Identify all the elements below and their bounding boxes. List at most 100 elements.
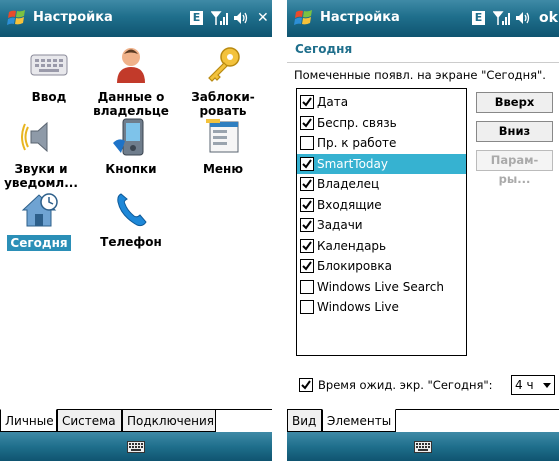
list-item-label: Календарь [317, 238, 387, 253]
timeout-checkbox[interactable] [299, 378, 313, 392]
soft-key-bar [287, 432, 559, 461]
status-icons: E ✕ [190, 9, 269, 27]
settings-item-owner[interactable]: Данные о владельце [86, 45, 176, 118]
tab-connections[interactable]: Подключения [122, 409, 216, 432]
list-description: Помеченные появл. на экране "Сегодня". [294, 68, 546, 82]
move-up-button[interactable]: Вверх [476, 92, 553, 113]
page-title: Сегодня [287, 37, 559, 63]
signal-icon[interactable] [493, 10, 511, 26]
timeout-value: 4 ч [515, 378, 534, 392]
title-bar: Настройка E ✕ [0, 0, 272, 37]
network-type-badge[interactable]: E [190, 11, 203, 25]
close-button[interactable]: ✕ [257, 10, 269, 26]
timeout-select[interactable]: 4 ч [511, 375, 555, 395]
timeout-label: Время ожид. экр. "Сегодня": [318, 378, 493, 392]
list-item[interactable]: Задачи [297, 215, 466, 235]
checkmark-icon [302, 179, 312, 189]
timeout-row: Время ожид. экр. "Сегодня": [296, 375, 493, 395]
list-item[interactable]: Windows Live Search [297, 277, 466, 297]
today-settings-screen: Настройка E ok Сегодня Помеченные появл.… [287, 0, 559, 461]
list-item[interactable]: Windows Live [297, 297, 466, 317]
chevron-down-icon [543, 383, 551, 388]
settings-item-lock[interactable]: Заблоки-ровать [178, 45, 268, 118]
options-button[interactable]: Парам-ры... [476, 150, 553, 186]
tab-bar: Вид Элементы [287, 409, 559, 432]
list-item[interactable]: Входящие [297, 195, 466, 215]
list-item-label: Блокировка [317, 259, 392, 273]
list-item-label: Задачи [317, 218, 363, 232]
tab-system[interactable]: Система [57, 409, 122, 432]
item-label: Данные о владельце [93, 90, 169, 118]
window-title: Настройка [33, 10, 113, 25]
list-item-label: Пр. к работе [317, 136, 397, 150]
list-item[interactable]: Дата [297, 92, 466, 112]
network-type-badge[interactable]: E [472, 11, 485, 25]
checkmark-icon [302, 97, 312, 107]
signal-icon[interactable] [211, 10, 229, 26]
settings-item-input[interactable]: Ввод [4, 45, 94, 104]
list-item-label: Windows Live Search [317, 279, 444, 294]
person-icon [117, 48, 145, 83]
settings-item-sounds[interactable]: Звуки и уведомл... [0, 117, 86, 190]
item-checkbox[interactable] [300, 177, 314, 191]
settings-item-phone[interactable]: Телефон [86, 190, 176, 249]
item-label: Сегодня [7, 235, 71, 251]
checkmark-icon [302, 240, 312, 251]
settings-item-today[interactable]: Сегодня [0, 190, 84, 251]
settings-screen-personal: Настройка E ✕ Ввод Данные о владельце За… [0, 0, 272, 461]
keyboard-icon[interactable] [414, 441, 432, 453]
tab-bar: Личные Система Подключения [0, 409, 272, 432]
settings-item-menu[interactable]: Меню [178, 117, 268, 176]
item-checkbox[interactable] [300, 218, 314, 232]
item-checkbox[interactable] [300, 238, 314, 253]
list-item[interactable]: Пр. к работе [297, 133, 466, 153]
windows-start-icon[interactable] [294, 8, 314, 28]
list-item-label: Дата [317, 95, 349, 109]
item-checkbox[interactable] [300, 279, 314, 294]
item-label: Меню [202, 162, 244, 176]
menu-window-icon [206, 119, 239, 153]
item-checkbox[interactable] [300, 300, 314, 314]
settings-item-buttons[interactable]: Кнопки [86, 117, 176, 176]
item-label: Звуки и уведомл... [4, 162, 78, 190]
item-checkbox[interactable] [300, 136, 314, 150]
volume-icon[interactable] [515, 10, 531, 26]
volume-icon[interactable] [233, 10, 249, 26]
list-item-label: Владелец [317, 177, 380, 191]
checkmark-icon [302, 117, 312, 128]
speaker-icon [21, 121, 48, 153]
list-item[interactable]: Календарь [297, 236, 466, 256]
ok-button[interactable]: ok [539, 10, 558, 26]
item-checkbox[interactable] [300, 197, 314, 212]
checkmark-icon [302, 158, 312, 169]
today-items-list[interactable]: Дата Беспр. связь Пр. к работе SmartToday Вл… [296, 88, 467, 356]
item-label: Телефон [100, 235, 162, 249]
phone-icon [117, 193, 147, 227]
item-checkbox[interactable] [300, 259, 314, 273]
item-checkbox[interactable] [300, 156, 314, 171]
list-item-label: Входящие [317, 197, 382, 212]
item-label: Заблоки-ровать [191, 90, 255, 118]
windows-start-icon[interactable] [7, 8, 27, 28]
checkmark-icon [301, 380, 311, 390]
tab-personal[interactable]: Личные [0, 409, 57, 432]
keyboard-icon[interactable] [127, 441, 145, 453]
tab-view[interactable]: Вид [287, 409, 322, 432]
list-item[interactable]: Беспр. связь [297, 113, 466, 133]
item-checkbox[interactable] [300, 95, 314, 109]
list-item[interactable]: SmartToday [297, 153, 466, 174]
list-item[interactable]: Владелец [297, 174, 466, 194]
soft-key-bar [0, 432, 272, 461]
item-checkbox[interactable] [300, 115, 314, 130]
move-down-button[interactable]: Вниз [476, 121, 553, 142]
title-bar: Настройка E ok [287, 0, 559, 37]
item-label: Ввод [31, 90, 67, 104]
checkmark-icon [302, 199, 312, 210]
list-item[interactable]: Блокировка [297, 256, 466, 276]
tab-items[interactable]: Элементы [322, 409, 396, 432]
checkmark-icon [302, 261, 312, 271]
pda-device-icon [113, 118, 144, 156]
list-item-label: Windows Live [317, 300, 399, 314]
status-icons: E ok [472, 9, 558, 27]
item-label: Кнопки [105, 162, 157, 176]
